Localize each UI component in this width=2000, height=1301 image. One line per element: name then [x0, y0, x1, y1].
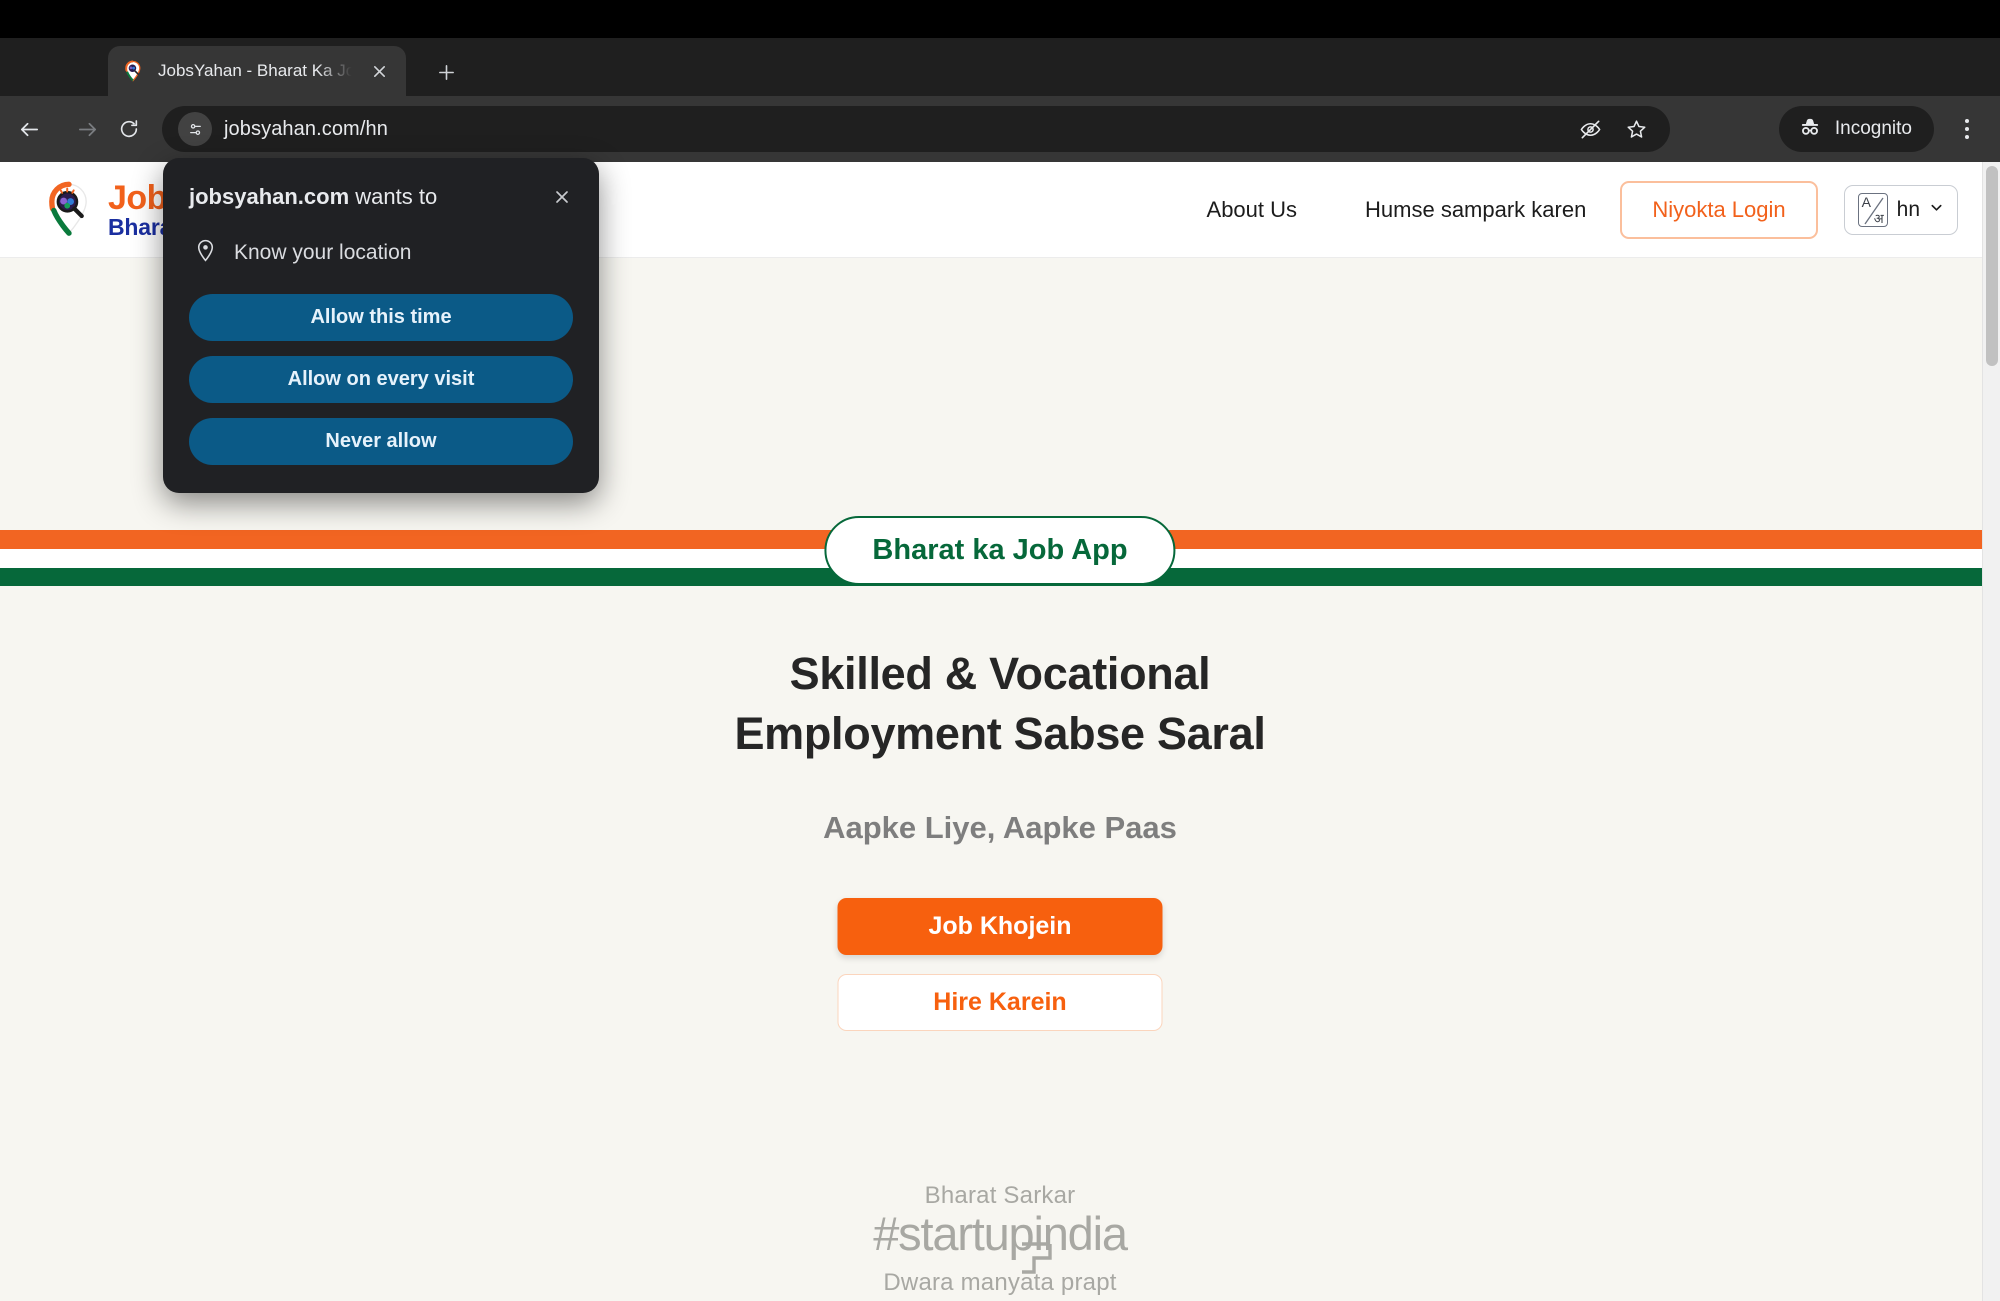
- startup-india-wordmark: #startupindia: [873, 1207, 1128, 1260]
- hero-badge: Bharat ka Job App: [824, 516, 1176, 585]
- star-icon[interactable]: [1618, 111, 1654, 147]
- page-scrollbar-thumb[interactable]: [1986, 166, 1998, 366]
- eye-slash-icon[interactable]: [1572, 111, 1608, 147]
- page-title: Skilled & Vocational Employment Sabse Sa…: [0, 644, 2000, 764]
- language-switcher[interactable]: A अ hn: [1843, 184, 1958, 235]
- incognito-label: Incognito: [1834, 118, 1912, 139]
- language-code: hn: [1896, 197, 1920, 221]
- location-permission-dialog: jobsyahan.com wants to Know your locatio…: [163, 158, 599, 493]
- job-khojein-button[interactable]: Job Khojein: [837, 898, 1163, 955]
- close-icon[interactable]: [547, 182, 577, 212]
- startup-india-logo-text: #startupindia: [873, 1206, 1128, 1274]
- jobsyahan-favicon: [122, 60, 144, 82]
- allow-this-time-button[interactable]: Allow this time: [189, 294, 573, 341]
- browser-window: JobsYahan - Bharat Ka Job Ap: [0, 0, 2000, 1301]
- permission-title: jobsyahan.com wants to: [189, 184, 573, 210]
- permission-domain: jobsyahan.com: [189, 184, 350, 209]
- browser-toolbar: jobsyahan.com/hn Incognito: [0, 96, 2000, 162]
- page-scrollbar[interactable]: [1982, 162, 2000, 1301]
- tab-strip: JobsYahan - Bharat Ka Job Ap: [0, 38, 2000, 118]
- headline-line-1: Skilled & Vocational: [789, 648, 1211, 699]
- permission-request-label: Know your location: [234, 241, 412, 264]
- jobsyahan-pin-logo: [42, 181, 96, 239]
- nav-contact[interactable]: Humse sampark karen: [1331, 197, 1620, 223]
- allow-on-every-visit-button[interactable]: Allow on every visit: [189, 356, 573, 403]
- address-bar[interactable]: jobsyahan.com/hn: [162, 106, 1670, 152]
- hire-karein-button[interactable]: Hire Karein: [837, 974, 1163, 1031]
- site-nav: About Us Humse sampark karen Niyokta Log…: [1173, 180, 2000, 239]
- translate-icon: A अ: [1857, 192, 1888, 227]
- kebab-menu-icon[interactable]: [1948, 110, 1986, 148]
- forward-arrow-icon[interactable]: [68, 110, 106, 148]
- url-text: jobsyahan.com/hn: [224, 117, 388, 140]
- site-info-icon[interactable]: [178, 112, 212, 146]
- incognito-hat-icon: [1797, 114, 1823, 145]
- startup-india-badge: Bharat Sarkar #startupindia Dwara manyat…: [0, 1182, 2000, 1297]
- incognito-indicator[interactable]: Incognito: [1778, 106, 1934, 152]
- tab-close-icon[interactable]: [366, 58, 392, 84]
- niyokta-login-button[interactable]: Niyokta Login: [1620, 180, 1818, 239]
- startup-india-line-bottom: Dwara manyata prapt: [883, 1269, 1117, 1296]
- browser-tab[interactable]: JobsYahan - Bharat Ka Job Ap: [108, 46, 406, 96]
- headline-line-2: Employment Sabse Saral: [734, 707, 1266, 759]
- location-pin-icon: [193, 238, 218, 268]
- stair-step-icon: [1022, 1242, 1052, 1274]
- reload-icon[interactable]: [110, 110, 148, 148]
- permission-title-rest: wants to: [349, 184, 438, 209]
- chevron-down-icon: [1929, 200, 1944, 220]
- tab-title: JobsYahan - Bharat Ka Job Ap: [158, 61, 360, 81]
- new-tab-button[interactable]: [428, 54, 464, 90]
- hero-subheadline: Aapke Liye, Aapke Paas: [823, 810, 1177, 845]
- permission-request-row: Know your location: [193, 238, 573, 268]
- nav-about-us[interactable]: About Us: [1173, 197, 1332, 223]
- never-allow-button[interactable]: Never allow: [189, 418, 573, 465]
- back-arrow-icon[interactable]: [10, 110, 48, 148]
